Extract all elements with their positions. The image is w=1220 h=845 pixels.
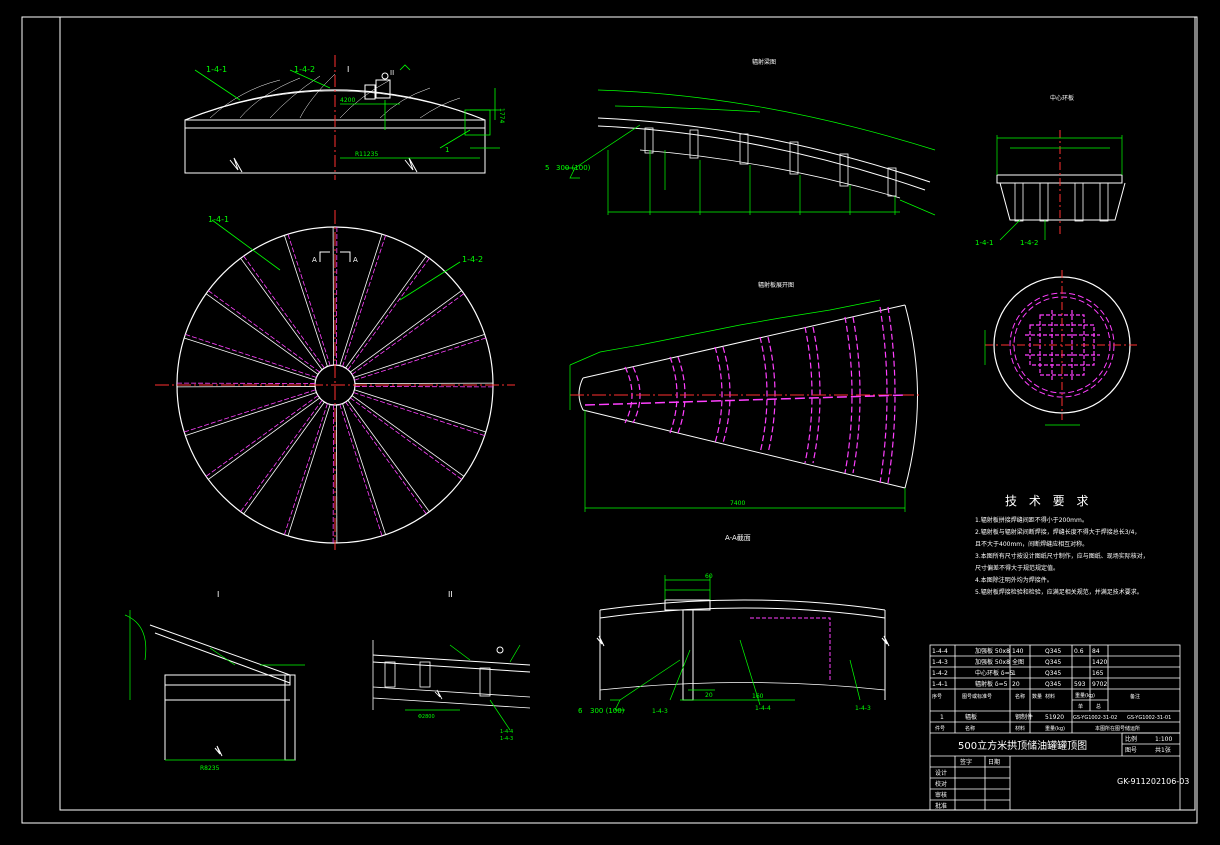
weld-label-3: 300 (100): [590, 707, 625, 715]
scale-label: 比例: [1125, 735, 1137, 743]
center-label-1-4-1: 1-4-1: [975, 239, 993, 247]
bom-header-remark: 备注: [1130, 693, 1140, 700]
center-label-1-4-2: 1-4-2: [1020, 239, 1038, 247]
panel-width-dim: 7400: [730, 500, 745, 507]
drawing-title: 500立方米拱顶储油罐罐顶图: [958, 739, 1087, 752]
section-mark-a-left: A: [312, 256, 317, 264]
assembly-drawing-b: GS-YG1002-31-01: [1127, 715, 1171, 721]
bom-cell: 加强板 50x8: [975, 647, 1010, 655]
bom-cell: 1420: [1092, 659, 1107, 666]
plan-label-1-4-2: 1-4-2: [462, 255, 483, 264]
elev-label-1-4-2: 1-4-2: [294, 65, 315, 74]
date-label: 日期: [988, 758, 1000, 766]
sheet-label: 图号: [1125, 747, 1137, 754]
assembly-no: 1: [940, 714, 944, 721]
bom-cell: 中心环板 δ=5: [975, 669, 1014, 677]
tech-line-6: 4.本图除注明外均为焊接件。: [975, 576, 1053, 584]
assembly-drawing-a: GS-YG1002-31-02: [1073, 715, 1117, 721]
bom-cell: Q345: [1045, 648, 1061, 655]
view-center-ring-title: 中心环板: [1050, 94, 1074, 102]
detail-i-title: I: [217, 590, 219, 599]
bom-cell: 593: [1074, 681, 1086, 688]
plan-label-1-4-1: 1-4-1: [208, 215, 229, 224]
aa-section-title: A-A截面: [725, 533, 751, 542]
bom-cell: Q345: [1045, 670, 1061, 677]
elev-radius: R11235: [355, 151, 378, 158]
weld-label-1: 5: [545, 164, 549, 172]
bom-cell: 辐射板 δ=5: [975, 680, 1008, 688]
assembly-h-weight: 重量(kg): [1045, 725, 1065, 732]
assembly-h-material: 材料: [1015, 725, 1025, 732]
bom-cell: 0.6: [1074, 648, 1084, 655]
aa-dim-base: 160: [752, 693, 764, 700]
elev-ref-1: 1: [445, 146, 449, 154]
aa-dim-bottom: 20: [705, 692, 713, 699]
scale-value: 1:100: [1155, 736, 1172, 743]
bom-cell: 1-4-4: [932, 648, 948, 655]
bom-cell: 1-4-2: [932, 670, 948, 677]
drawing-number: GK-911202106-03: [1117, 777, 1189, 786]
aa-1-4-3-left: 1-4-3: [652, 708, 668, 715]
bom-cell: 165: [1092, 670, 1104, 677]
section-ref-a: 6: [578, 707, 583, 715]
role-check: 校对: [935, 780, 947, 788]
tech-line-2: 2.辐射板与辐射梁间断焊接，焊缝长度不得大于焊接总长3/4，: [975, 528, 1140, 536]
bom-cell: 1: [1012, 670, 1016, 677]
tech-line-5: 尺寸偏差不得大于规范规定值。: [975, 564, 1059, 572]
detail-i-radius: R8235: [200, 765, 220, 772]
bom-header-no: 序号: [932, 693, 942, 700]
detail-ii-width: Φ2800: [418, 714, 435, 720]
bom-header-qty: 数量: [1032, 693, 1042, 700]
bom-cell: 1-4-3: [932, 659, 948, 666]
view-radial-beam-title: 辐射梁图: [752, 58, 776, 66]
elev-roman-2: II: [390, 69, 394, 77]
assembly-name: 辐板: [965, 713, 977, 721]
tech-line-7: 5.辐射板焊接检验和检验，应满足相关规范，并满足技术要求。: [975, 588, 1143, 596]
bom-cell: 20: [1012, 681, 1020, 688]
bom-cell: 加强板 50x8: [975, 658, 1010, 666]
view-panel-unfold-title: 辐射板展开图: [758, 281, 794, 289]
bom-cell: Q345: [1045, 681, 1061, 688]
role-review: 审核: [935, 791, 947, 799]
elev-label-1-4-1: 1-4-1: [206, 65, 227, 74]
bom-cell: Q345: [1045, 659, 1061, 666]
bom-cell: 9702: [1092, 681, 1107, 688]
bom-header-unit: 单: [1078, 703, 1083, 710]
section-mark-a-right: A: [353, 256, 358, 264]
aa-1-4-4: 1-4-4: [755, 705, 771, 712]
elev-width: 4200: [340, 97, 355, 104]
assembly-weight: 51920: [1045, 714, 1064, 721]
assembly-h-name: 名称: [965, 725, 975, 732]
bom-cell: 1-4-1: [932, 681, 948, 688]
bom-cell: 84: [1092, 648, 1100, 655]
bom-cell: 140: [1012, 648, 1024, 655]
elev-roman-1: I: [347, 65, 349, 74]
bom-header-material: 材料: [1045, 693, 1055, 700]
sign-label: 签字: [960, 758, 972, 766]
bom-header-name: 名称: [1015, 693, 1025, 700]
assembly-h-drawing: 本图所在图号: [1095, 725, 1125, 732]
dept-name: 储运所: [1125, 725, 1140, 732]
weld-label-2: 300 (100): [556, 164, 591, 172]
sheet-value: 共1张: [1155, 746, 1171, 754]
bom-cell: 全图: [1012, 658, 1024, 666]
aa-1-4-3-right: 1-4-3: [855, 705, 871, 712]
bom-header-weight: 重量(kg): [1075, 692, 1095, 699]
role-approve: 批准: [935, 802, 947, 810]
bom-header-drawing: 图号或标准号: [962, 693, 992, 700]
elev-rise: 1774: [498, 108, 505, 123]
assembly-h-no: 件号: [935, 725, 945, 732]
cad-drawing: 1-4-1 1-4-2 I II 1 R11235 1774 4200 1-4-…: [0, 0, 1220, 845]
bom-header-total: 总: [1096, 703, 1101, 710]
detail-ii-1-4-4: 1-4-4: [500, 729, 513, 735]
aa-dim-top: 60: [705, 573, 713, 580]
tech-line-3: 且不大于400mm，间断焊缝应相互对称。: [975, 540, 1088, 548]
role-design: 设计: [935, 769, 947, 777]
tech-line-1: 1.辐射板拼接焊缝间距不得小于200mm。: [975, 516, 1088, 524]
detail-ii-title: II: [448, 590, 453, 599]
tech-title: 技 术 要 求: [1005, 494, 1092, 508]
tech-line-4: 3.本图所有尺寸按设计图纸尺寸制作，应与图纸、现场实际核对，: [975, 552, 1149, 560]
detail-ii-1-4-3: 1-4-3: [500, 736, 513, 742]
assembly-material: 钢制件: [1015, 713, 1033, 721]
